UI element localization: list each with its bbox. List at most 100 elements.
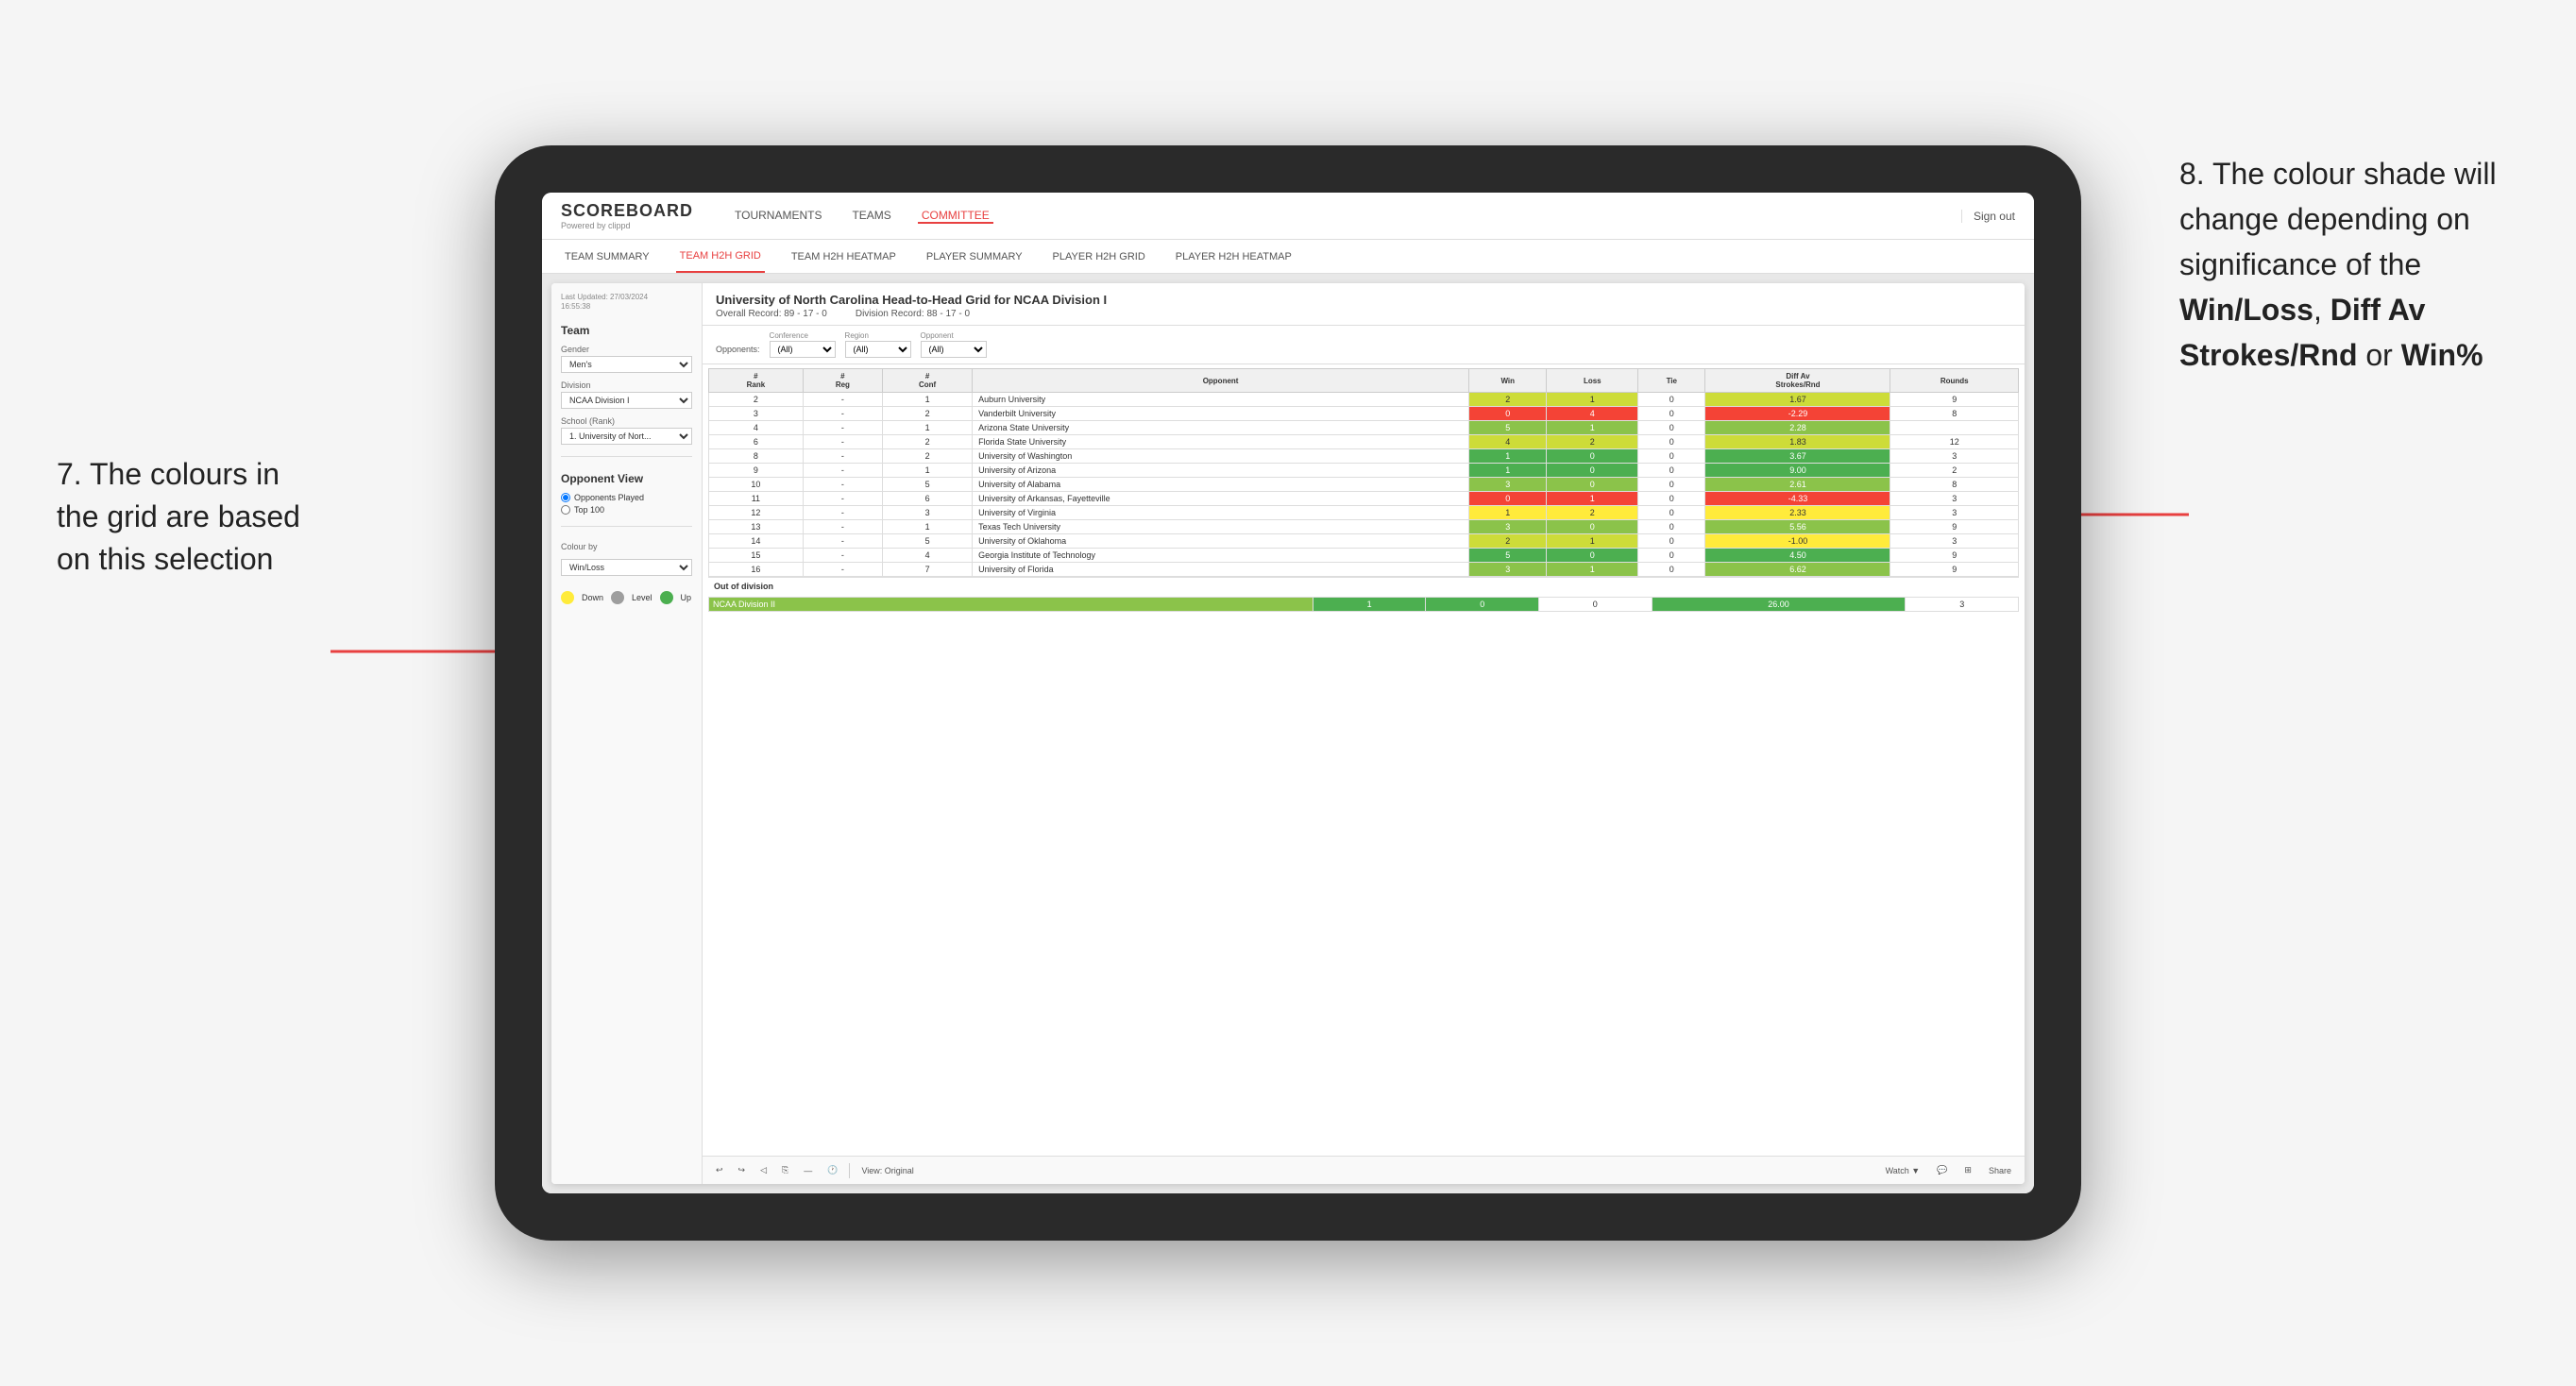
nav-committee[interactable]: COMMITTEE — [918, 209, 993, 224]
cell-loss: 0 — [1547, 549, 1638, 563]
out-div-division: NCAA Division II — [709, 598, 1313, 612]
cell-rank: 11 — [709, 492, 804, 506]
cell-rank: 8 — [709, 449, 804, 464]
toolbar-right: Watch ▼ 💬 ⊞ Share — [1882, 1163, 2015, 1177]
cell-opponent: University of Florida — [973, 563, 1469, 577]
cell-conf: 5 — [883, 534, 973, 549]
toolbar-view[interactable]: View: Original — [857, 1164, 917, 1177]
colour-by-select[interactable]: Win/Loss Diff Av Strokes/Rnd Win% — [561, 559, 692, 576]
grid-content: University of North Carolina Head-to-Hea… — [703, 283, 2025, 1184]
radio-top-100[interactable]: Top 100 — [561, 505, 692, 515]
toolbar-share[interactable]: Share — [1985, 1164, 2015, 1177]
col-conf: #Conf — [883, 369, 973, 393]
sidebar-gender-select[interactable]: Men's Women's — [561, 356, 692, 373]
table-row: 4 - 1 Arizona State University 5 1 0 2.2… — [709, 421, 2019, 435]
sidebar-division-group: Division NCAA Division I NCAA Division I… — [561, 380, 692, 409]
filter-opponent-select[interactable]: (All) — [921, 341, 987, 358]
cell-conf: 3 — [883, 506, 973, 520]
cell-tie: 0 — [1638, 449, 1705, 464]
cell-diff: 9.00 — [1705, 464, 1890, 478]
cell-reg: - — [803, 393, 882, 407]
cell-loss: 4 — [1547, 407, 1638, 421]
cell-rounds: 12 — [1890, 435, 2019, 449]
cell-diff: -2.29 — [1705, 407, 1890, 421]
cell-diff: 2.28 — [1705, 421, 1890, 435]
nav-teams[interactable]: TEAMS — [848, 209, 894, 224]
cell-rank: 9 — [709, 464, 804, 478]
sub-nav-player-h2h-grid[interactable]: PLAYER H2H GRID — [1049, 240, 1149, 273]
cell-conf: 1 — [883, 393, 973, 407]
logo-text: SCOREBOARD — [561, 201, 693, 221]
toolbar-separator1 — [849, 1163, 850, 1178]
cell-conf: 2 — [883, 449, 973, 464]
legend-label-up: Up — [681, 593, 692, 602]
main-content: Last Updated: 27/03/2024 16:55:38 Team G… — [542, 274, 2034, 1193]
sidebar-school-label: School (Rank) — [561, 416, 692, 426]
cell-reg: - — [803, 449, 882, 464]
cell-reg: - — [803, 534, 882, 549]
toolbar-dash[interactable]: — — [800, 1164, 816, 1177]
toolbar-clock[interactable]: 🕐 — [823, 1163, 841, 1177]
col-win: Win — [1469, 369, 1547, 393]
cell-diff: 3.67 — [1705, 449, 1890, 464]
cell-conf: 1 — [883, 421, 973, 435]
cell-win: 2 — [1469, 534, 1547, 549]
cell-rounds: 9 — [1890, 563, 2019, 577]
cell-opponent: University of Arkansas, Fayetteville — [973, 492, 1469, 506]
out-division-table: NCAA Division II 1 0 0 26.00 3 — [708, 597, 2019, 612]
toolbar-undo[interactable]: ↩ — [712, 1163, 727, 1177]
cell-opponent: Texas Tech University — [973, 520, 1469, 534]
cell-diff: -1.00 — [1705, 534, 1890, 549]
legend-label-down: Down — [582, 593, 603, 602]
cell-reg: - — [803, 435, 882, 449]
toolbar-back[interactable]: ◁ — [756, 1163, 771, 1177]
sub-nav-player-h2h-heatmap[interactable]: PLAYER H2H HEATMAP — [1172, 240, 1296, 273]
toolbar-redo[interactable]: ↪ — [735, 1163, 750, 1177]
nav-tournaments[interactable]: TOURNAMENTS — [731, 209, 825, 224]
cell-loss: 0 — [1547, 520, 1638, 534]
cell-win: 5 — [1469, 549, 1547, 563]
sidebar-school-select[interactable]: 1. University of Nort... — [561, 428, 692, 445]
cell-rank: 3 — [709, 407, 804, 421]
logo-area: SCOREBOARD Powered by clippd — [561, 201, 693, 230]
cell-rank: 2 — [709, 393, 804, 407]
cell-win: 3 — [1469, 520, 1547, 534]
toolbar-grid-icon[interactable]: ⊞ — [1960, 1163, 1975, 1177]
legend-dot-down — [561, 591, 574, 604]
filter-conference-select[interactable]: (All) — [770, 341, 836, 358]
filter-region-label: Region — [845, 331, 911, 340]
sub-nav-player-summary[interactable]: PLAYER SUMMARY — [923, 240, 1026, 273]
cell-win: 1 — [1469, 464, 1547, 478]
table-wrapper[interactable]: #Rank #Reg #Conf Opponent Win Loss Tie D… — [703, 364, 2025, 1156]
cell-tie: 0 — [1638, 407, 1705, 421]
cell-opponent: Vanderbilt University — [973, 407, 1469, 421]
cell-diff: 1.83 — [1705, 435, 1890, 449]
cell-conf: 1 — [883, 464, 973, 478]
cell-loss: 1 — [1547, 421, 1638, 435]
cell-reg: - — [803, 421, 882, 435]
cell-win: 0 — [1469, 407, 1547, 421]
cell-conf: 2 — [883, 435, 973, 449]
out-div-rounds: 3 — [1906, 598, 2019, 612]
toolbar-copy[interactable]: ⎘ — [778, 1163, 792, 1177]
cell-tie: 0 — [1638, 435, 1705, 449]
radio-opponents-played[interactable]: Opponents Played — [561, 493, 692, 502]
opponents-label: Opponents: — [716, 345, 760, 358]
cell-win: 1 — [1469, 506, 1547, 520]
filter-region-select[interactable]: (All) — [845, 341, 911, 358]
cell-loss: 1 — [1547, 393, 1638, 407]
toolbar-comment[interactable]: 💬 — [1933, 1163, 1951, 1177]
toolbar-watch[interactable]: Watch ▼ — [1882, 1164, 1924, 1177]
sub-nav-team-h2h-grid[interactable]: TEAM H2H GRID — [676, 240, 765, 273]
cell-win: 5 — [1469, 421, 1547, 435]
grid-header: University of North Carolina Head-to-Hea… — [703, 283, 2025, 326]
sidebar-division-select[interactable]: NCAA Division I NCAA Division II — [561, 392, 692, 409]
cell-win: 1 — [1469, 449, 1547, 464]
bottom-toolbar: ↩ ↪ ◁ ⎘ — 🕐 View: Original Watch ▼ 💬 — [703, 1156, 2025, 1184]
cell-loss: 1 — [1547, 492, 1638, 506]
legend-label-level: Level — [632, 593, 652, 602]
sidebar-divider2 — [561, 526, 692, 527]
sign-out-link[interactable]: Sign out — [1961, 210, 2015, 223]
sub-nav-team-summary[interactable]: TEAM SUMMARY — [561, 240, 653, 273]
sub-nav-team-h2h-heatmap[interactable]: TEAM H2H HEATMAP — [788, 240, 900, 273]
